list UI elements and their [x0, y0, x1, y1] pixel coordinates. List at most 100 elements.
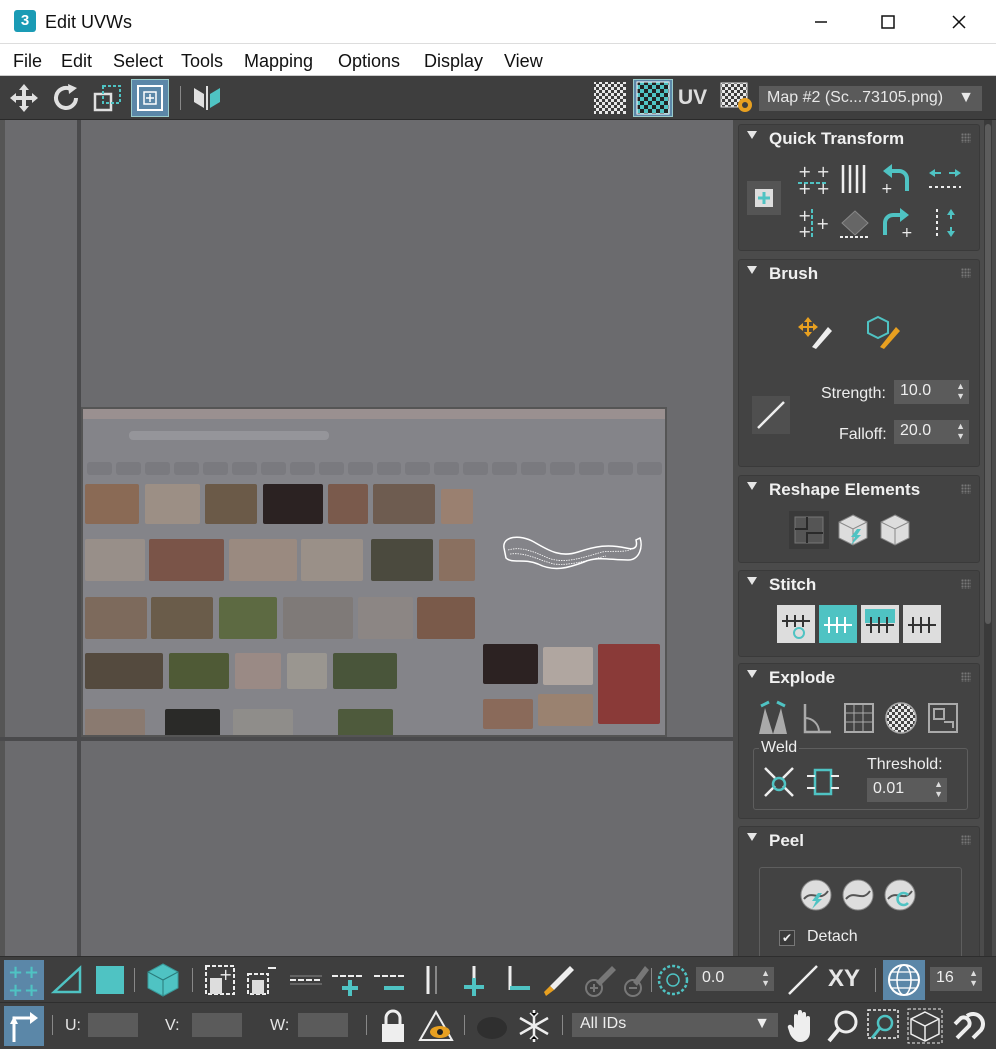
grid-size-spinner[interactable]: 16 ▲ ▼ [930, 967, 982, 991]
break-button[interactable] [753, 698, 793, 738]
align-horizontal-button[interactable]: + + + + [794, 161, 832, 197]
grow-ring-button[interactable] [454, 960, 494, 1000]
close-button[interactable] [924, 0, 994, 44]
threshold-spinner[interactable]: 0.01 ▲ ▼ [867, 778, 947, 802]
flatten-by-angle-button[interactable] [797, 698, 837, 738]
stitch-to-source-button[interactable] [903, 605, 941, 643]
grip-icon[interactable] [961, 133, 971, 143]
space-vertical-button[interactable] [925, 205, 965, 241]
shrink-selection-button[interactable] [242, 960, 282, 1000]
detach-checkbox[interactable]: ✔ [779, 930, 795, 946]
rollout-title-quick-transform[interactable]: Quick Transform [769, 129, 904, 149]
enlarge-brush-button[interactable] [580, 960, 620, 1000]
quick-peel-button[interactable] [796, 876, 836, 914]
material-id-dropdown[interactable]: All IDs ▼ [572, 1013, 778, 1037]
transform-pivot-button[interactable] [747, 181, 781, 215]
collapse-arrow-icon[interactable] [747, 670, 757, 678]
menu-select[interactable]: Select [113, 51, 163, 72]
ring-button[interactable] [412, 960, 452, 1000]
flatten-by-polygon-button[interactable] [839, 698, 879, 738]
collapse-arrow-icon[interactable] [747, 833, 757, 841]
v-field[interactable] [192, 1013, 242, 1037]
menu-display[interactable]: Display [424, 51, 483, 72]
spinner-arrows-icon[interactable]: ▲ ▼ [761, 968, 770, 988]
vertex-mode-button[interactable]: + + + + [4, 960, 44, 1000]
checker-toggle-button[interactable] [592, 80, 628, 116]
loop-button[interactable] [286, 960, 326, 1000]
collapse-arrow-icon[interactable] [747, 131, 757, 139]
shrink-brush-button[interactable] [620, 960, 650, 1000]
uv-shell-mesh[interactable] [498, 530, 643, 575]
menu-edit[interactable]: Edit [61, 51, 92, 72]
maximize-button[interactable] [853, 0, 923, 44]
collapse-arrow-icon[interactable] [747, 266, 757, 274]
limit-selection-button[interactable] [883, 960, 925, 1000]
menu-tools[interactable]: Tools [181, 51, 223, 72]
stitch-to-target-button[interactable] [819, 605, 857, 643]
flatten-by-smoothing-button[interactable] [923, 698, 963, 738]
soft-selection-button[interactable] [655, 960, 691, 1000]
menu-file[interactable]: File [13, 51, 42, 72]
zoom-extents-button[interactable] [905, 1006, 945, 1046]
zoom-button[interactable] [825, 1006, 861, 1046]
lock-selection-button[interactable] [374, 1006, 412, 1046]
collapse-arrow-icon[interactable] [747, 577, 757, 585]
grow-loop-button[interactable] [328, 960, 368, 1000]
relax-button[interactable] [875, 511, 915, 549]
grip-icon[interactable] [961, 579, 971, 589]
falloff-space-xy[interactable]: XY [828, 965, 860, 993]
stitch-average-button[interactable] [861, 605, 899, 643]
rollout-title-peel[interactable]: Peel [769, 831, 804, 851]
rotate-tool-button[interactable] [48, 80, 84, 116]
show-map-button[interactable] [633, 79, 673, 117]
paint-relax-button[interactable] [865, 312, 905, 352]
weld-selected-button[interactable] [759, 762, 799, 802]
uv-mode-label[interactable]: UV [678, 86, 707, 110]
minimize-button[interactable] [786, 0, 856, 44]
grip-icon[interactable] [961, 268, 971, 278]
map-settings-button[interactable] [718, 80, 756, 116]
peel-mode-button[interactable] [838, 876, 878, 914]
w-field[interactable] [298, 1013, 348, 1037]
rollout-title-stitch[interactable]: Stitch [769, 575, 816, 595]
shrink-loop-button[interactable] [370, 960, 410, 1000]
rotate-ccw-button[interactable]: + [877, 161, 915, 197]
face-mode-button[interactable] [90, 960, 130, 1000]
grip-icon[interactable] [961, 672, 971, 682]
pan-button[interactable] [785, 1006, 821, 1046]
falloff-type-button[interactable] [783, 960, 823, 1000]
snap-toggle-button[interactable] [948, 1006, 990, 1046]
edge-mode-button[interactable] [48, 960, 88, 1000]
straighten-selection-button[interactable] [789, 511, 829, 549]
mirror-tool-button[interactable] [188, 80, 226, 116]
rollout-title-brush[interactable]: Brush [769, 264, 818, 284]
spinner-arrows-icon[interactable]: ▲ ▼ [934, 779, 943, 799]
brush-falloff-type-button[interactable] [752, 396, 790, 434]
falloff-spinner[interactable]: 20.0 ▲ ▼ [894, 420, 969, 444]
hide-button[interactable] [472, 1006, 512, 1046]
strength-spinner[interactable]: 10.0 ▲ ▼ [894, 380, 969, 404]
rotate-cw-button[interactable]: + [877, 205, 915, 241]
stitch-custom-button[interactable] [777, 605, 815, 643]
uv-viewport[interactable] [0, 120, 733, 956]
shrink-ring-button[interactable] [496, 960, 536, 1000]
spinner-arrows-icon[interactable]: ▲ ▼ [969, 968, 978, 988]
menu-mapping[interactable]: Mapping [244, 51, 313, 72]
grip-icon[interactable] [961, 835, 971, 845]
paint-select-button[interactable] [538, 960, 578, 1000]
paint-move-button[interactable] [797, 312, 837, 352]
freeform-tool-button[interactable] [131, 79, 169, 117]
align-vertical-space-button[interactable] [925, 161, 965, 197]
panel-scroll-thumb[interactable] [985, 124, 991, 624]
menu-view[interactable]: View [504, 51, 543, 72]
collapse-arrow-icon[interactable] [747, 482, 757, 490]
filter-selected-faces-button[interactable] [416, 1006, 456, 1046]
reset-peel-button[interactable] [880, 876, 920, 914]
absolute-offset-toggle[interactable] [4, 1006, 44, 1046]
move-tool-button[interactable] [6, 80, 42, 116]
falloff-distance-spinner[interactable]: 0.0 ▲ ▼ [696, 967, 774, 991]
texture-map-dropdown[interactable]: Map #2 (Sc...73105.png) ▼ [759, 86, 982, 111]
spinner-arrows-icon[interactable]: ▲ ▼ [956, 381, 965, 401]
relax-until-flat-button[interactable] [833, 511, 873, 549]
rollout-title-reshape[interactable]: Reshape Elements [769, 480, 920, 500]
